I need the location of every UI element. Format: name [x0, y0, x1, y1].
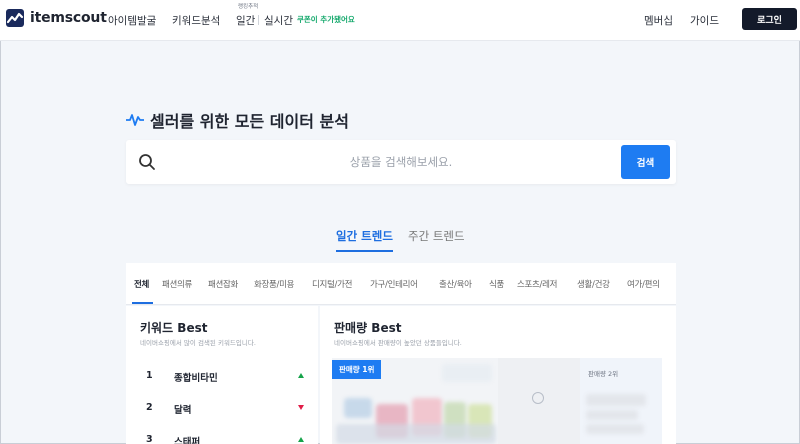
- product-info-second[interactable]: 판매량 2위: [580, 358, 662, 444]
- logo[interactable]: itemscout: [6, 9, 107, 27]
- product-card-second[interactable]: [498, 358, 580, 444]
- blurred-text: [586, 394, 646, 406]
- blurred-image: [344, 398, 372, 418]
- category-sports[interactable]: 스포츠/레저: [517, 278, 557, 290]
- category-cosmetics[interactable]: 화장품/미용: [254, 278, 294, 290]
- category-fashion-goods[interactable]: 패션잡화: [208, 278, 238, 290]
- trend-down-icon: [298, 405, 304, 410]
- nav-item-realtime[interactable]: 실시간: [264, 13, 293, 28]
- logo-text: itemscout: [30, 10, 107, 26]
- keyword-name: 달력: [174, 405, 192, 416]
- category-all[interactable]: 전체: [134, 278, 149, 290]
- nav-divider: [258, 15, 259, 25]
- blurred-text: [586, 424, 644, 434]
- keyword-row[interactable]: 2 달력: [146, 402, 306, 418]
- keyword-rank: 2: [146, 402, 153, 413]
- category-life[interactable]: 생활/건강: [577, 278, 610, 290]
- product-card-first[interactable]: 판매량 1위: [332, 358, 498, 444]
- tab-daily-trend[interactable]: 일간 트렌드: [336, 228, 393, 252]
- keyword-rank: 3: [146, 434, 153, 444]
- placeholder-image-icon: [532, 392, 544, 404]
- tab-weekly-trend[interactable]: 주간 트렌드: [408, 228, 465, 244]
- pulse-icon: [126, 114, 144, 126]
- keyword-row[interactable]: 1 종합비타민: [146, 370, 306, 386]
- coupon-notice[interactable]: 쿠폰이 추가됐어요: [297, 14, 355, 25]
- sales-rank-badge: 판매량 1위: [332, 360, 382, 379]
- keyword-rank: 1: [146, 370, 153, 381]
- keyword-name: 스태퍼: [174, 437, 201, 444]
- nav-item-discovery[interactable]: 아이템발굴: [108, 13, 156, 28]
- keyword-name: 종합비타민: [174, 373, 218, 384]
- nav-item-membership[interactable]: 멤버십: [644, 13, 673, 28]
- blurred-image: [442, 364, 492, 382]
- login-button[interactable]: 로그인: [742, 8, 797, 30]
- search-bar: 검색: [126, 140, 676, 184]
- keyword-best-subtitle: 네이버쇼핑에서 많이 검색된 키워드입니다.: [140, 339, 256, 347]
- blurred-text: [586, 410, 638, 420]
- nav-item-guide[interactable]: 가이드: [690, 13, 719, 28]
- sales-best-panel: 판매량 Best 네이버쇼핑에서 판매량이 높았던 상품들입니다. 판매량 1위…: [320, 306, 676, 444]
- search-input[interactable]: [166, 150, 636, 174]
- trend-up-icon: [298, 373, 304, 378]
- search-icon: [139, 154, 155, 170]
- category-leisure[interactable]: 여가/편의: [627, 278, 660, 290]
- hero-title: 셀러를 위한 모든 데이터 분석: [150, 112, 349, 131]
- category-fashion-clothing[interactable]: 패션의류: [162, 278, 192, 290]
- sales-best-subtitle: 네이버쇼핑에서 판매량이 높았던 상품들입니다.: [334, 339, 462, 347]
- top-header: itemscout 아이템발굴 키워드분석 랭킹추적 일간 실시간 쿠폰이 추가…: [0, 0, 800, 41]
- sales-best-title: 판매량 Best: [334, 321, 402, 335]
- nav-item-daily[interactable]: 일간: [236, 13, 255, 28]
- keyword-row[interactable]: 3 스태퍼: [146, 434, 306, 444]
- trend-up-icon: [298, 437, 304, 442]
- category-food[interactable]: 식품: [489, 278, 504, 290]
- logo-icon: [6, 9, 24, 27]
- keyword-best-panel: 키워드 Best 네이버쇼핑에서 많이 검색된 키워드입니다. 1 종합비타민 …: [126, 306, 318, 444]
- sales-rank-label: 판매량 2위: [588, 370, 619, 378]
- nav-ranking-label: 랭킹추적: [238, 4, 259, 10]
- nav-item-keyword-analysis[interactable]: 키워드분석: [172, 13, 220, 28]
- category-baby[interactable]: 출산/육아: [439, 278, 472, 290]
- category-digital[interactable]: 디지털/가전: [312, 278, 352, 290]
- blurred-image: [336, 424, 496, 444]
- keyword-best-title: 키워드 Best: [140, 321, 208, 335]
- hero-heading: 셀러를 위한 모든 데이터 분석: [126, 108, 349, 132]
- category-furniture[interactable]: 가구/인테리어: [370, 278, 418, 290]
- search-button[interactable]: 검색: [621, 145, 670, 179]
- category-active-indicator: [132, 302, 153, 304]
- category-bar: 전체 패션의류 패션잡화 화장품/미용 디지털/가전 가구/인테리어 출산/육아…: [126, 263, 676, 305]
